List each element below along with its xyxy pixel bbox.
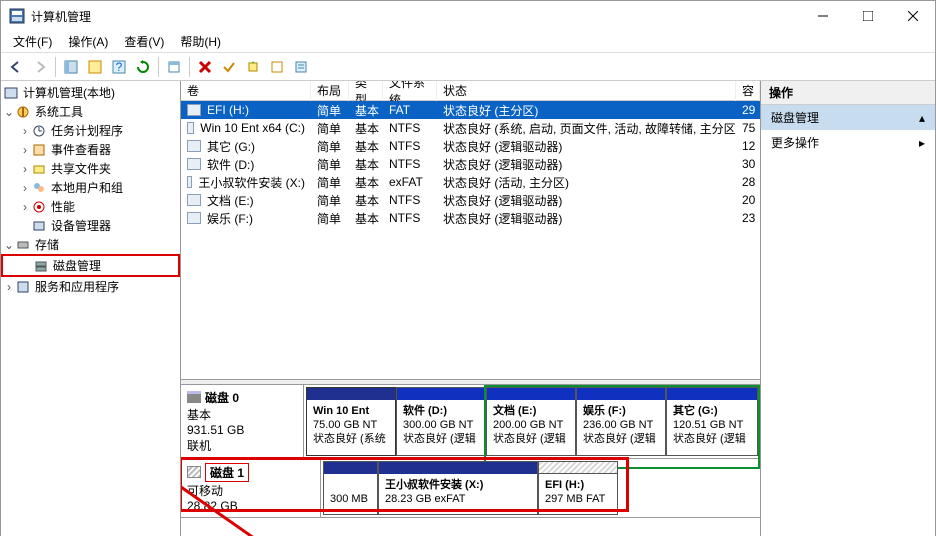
tree-users[interactable]: ›本地用户和组 (1, 178, 180, 197)
volume-row[interactable]: 王小叔软件安装 (X:) 简单 基本 exFAT 状态良好 (活动, 主分区) … (181, 173, 760, 191)
navigation-tree: 计算机管理(本地) ⌄系统工具 ›任务计划程序 ›事件查看器 ›共享文件夹 ›本… (1, 81, 181, 536)
tree-diskmgmt[interactable]: 磁盘管理 (1, 254, 180, 277)
volume-row[interactable]: EFI (H:) 简单 基本 FAT 状态良好 (主分区) 29 (181, 101, 760, 119)
tree-event[interactable]: ›事件查看器 (1, 140, 180, 159)
tree-storage[interactable]: ⌄存储 (1, 235, 180, 254)
main-content: 卷 布局 类型 文件系统 状态 容 EFI (H:) 简单 基本 FAT 状态良… (181, 81, 761, 536)
toolbar-icon[interactable] (84, 56, 106, 78)
toolbar-icon[interactable]: ? (108, 56, 130, 78)
toolbar-icon[interactable] (60, 56, 82, 78)
volume-icon (187, 176, 192, 188)
toolbar-icon[interactable] (266, 56, 288, 78)
minimize-button[interactable] (800, 1, 845, 31)
volume-icon (187, 140, 201, 152)
chevron-right-icon: ▸ (919, 136, 925, 150)
volume-row[interactable]: 娱乐 (F:) 简单 基本 NTFS 状态良好 (逻辑驱动器) 23 (181, 209, 760, 227)
toolbar: ? (1, 53, 935, 81)
volume-icon (187, 104, 201, 116)
volume-icon (187, 212, 201, 224)
partition[interactable]: EFI (H:)297 MB FAT (538, 461, 618, 515)
toolbar-icon[interactable] (242, 56, 264, 78)
tree-services[interactable]: ›服务和应用程序 (1, 277, 180, 296)
volume-list: EFI (H:) 简单 基本 FAT 状态良好 (主分区) 29Win 10 E… (181, 101, 760, 227)
partition[interactable]: 王小叔软件安装 (X:)28.23 GB exFAT (378, 461, 538, 515)
tree-shared[interactable]: ›共享文件夹 (1, 159, 180, 178)
collapse-icon: ▴ (919, 111, 925, 125)
col-layout[interactable]: 布局 (311, 81, 349, 101)
volume-row[interactable]: 其它 (G:) 简单 基本 NTFS 状态良好 (逻辑驱动器) 12 (181, 137, 760, 155)
volume-icon (187, 122, 194, 134)
col-cap[interactable]: 容 (736, 81, 760, 101)
svg-text:?: ? (116, 60, 123, 74)
menu-file[interactable]: 文件(F) (5, 31, 60, 52)
app-icon (9, 8, 25, 24)
toolbar-icon[interactable] (290, 56, 312, 78)
volume-row[interactable]: 软件 (D:) 简单 基本 NTFS 状态良好 (逻辑驱动器) 30 (181, 155, 760, 173)
actions-pane: 操作 磁盘管理 ▴ 更多操作 ▸ (761, 81, 935, 536)
col-status[interactable]: 状态 (437, 81, 736, 101)
volume-row[interactable]: Win 10 Ent x64 (C:) 简单 基本 NTFS 状态良好 (系统,… (181, 119, 760, 137)
partition[interactable]: 其它 (G:)120.51 GB NT状态良好 (逻辑 (666, 387, 758, 456)
disk-graphical: 磁盘 0 基本 931.51 GB 联机 Win 10 Ent75.00 GB … (181, 385, 760, 536)
maximize-button[interactable] (845, 1, 890, 31)
menu-view[interactable]: 查看(V) (116, 31, 172, 52)
partition[interactable]: 文档 (E:)200.00 GB NT状态良好 (逻辑 (486, 387, 576, 456)
volume-icon (187, 158, 201, 170)
tree-perf[interactable]: ›性能 (1, 197, 180, 216)
tree-systools[interactable]: ⌄系统工具 (1, 102, 180, 121)
volume-icon (187, 194, 201, 206)
tree-root[interactable]: 计算机管理(本地) (1, 83, 180, 102)
refresh-button[interactable] (132, 56, 154, 78)
action-diskmgmt[interactable]: 磁盘管理 ▴ (761, 105, 935, 130)
tree-task[interactable]: ›任务计划程序 (1, 121, 180, 140)
disk-icon (187, 391, 201, 403)
tree-devmgr[interactable]: 设备管理器 (1, 216, 180, 235)
partition[interactable]: 软件 (D:)300.00 GB NT状态良好 (逻辑 (396, 387, 486, 456)
delete-icon[interactable] (194, 56, 216, 78)
arrow-annotation (181, 445, 361, 536)
toolbar-icon[interactable] (163, 56, 185, 78)
menu-action[interactable]: 操作(A) (60, 31, 116, 52)
window-title: 计算机管理 (31, 8, 800, 25)
col-volume[interactable]: 卷 (181, 81, 311, 101)
title-bar: 计算机管理 (1, 1, 935, 31)
partition[interactable]: 娱乐 (F:)236.00 GB NT状态良好 (逻辑 (576, 387, 666, 456)
disk-partitions: 300 MB王小叔软件安装 (X:)28.23 GB exFATEFI (H:)… (321, 459, 760, 517)
actions-header: 操作 (761, 81, 935, 105)
volume-header: 卷 布局 类型 文件系统 状态 容 (181, 81, 760, 101)
close-button[interactable] (890, 1, 935, 31)
back-button[interactable] (5, 56, 27, 78)
forward-button[interactable] (29, 56, 51, 78)
menu-help[interactable]: 帮助(H) (172, 31, 229, 52)
volume-row[interactable]: 文档 (E:) 简单 基本 NTFS 状态良好 (逻辑驱动器) 20 (181, 191, 760, 209)
menu-bar: 文件(F) 操作(A) 查看(V) 帮助(H) (1, 31, 935, 53)
check-icon[interactable] (218, 56, 240, 78)
disk-partitions: Win 10 Ent75.00 GB NT状态良好 (系统 软件 (D:)300… (304, 385, 760, 458)
action-more[interactable]: 更多操作 ▸ (761, 130, 935, 155)
